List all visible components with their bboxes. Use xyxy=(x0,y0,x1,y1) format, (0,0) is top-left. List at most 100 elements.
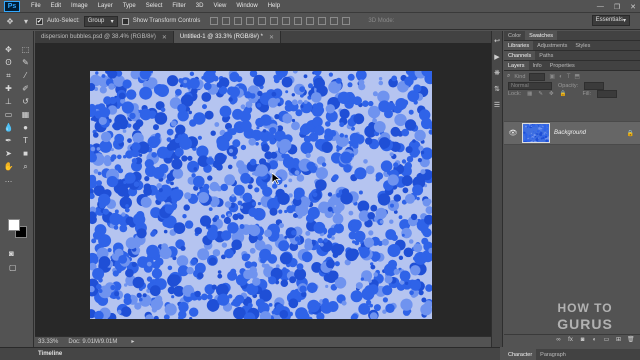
lock-transparent-icon[interactable]: ▦ xyxy=(527,91,532,97)
new-group-icon[interactable]: ▭ xyxy=(603,337,610,344)
type-tool-icon[interactable]: T xyxy=(17,134,34,147)
align-hcenter-icon[interactable] xyxy=(258,17,267,25)
brush-tool-icon[interactable]: ✐ xyxy=(17,82,34,95)
fill-input[interactable] xyxy=(597,90,617,98)
zoom-level[interactable]: 33.33% xyxy=(38,339,58,345)
tab-adjustments[interactable]: Adjustments xyxy=(533,41,571,50)
adjustment-layer-icon[interactable]: ◐ xyxy=(591,337,598,344)
new-layer-icon[interactable]: ⊞ xyxy=(615,337,622,344)
menu-edit[interactable]: Edit xyxy=(46,3,66,9)
tab-swatches[interactable]: Swatches xyxy=(525,31,558,40)
menu-layer[interactable]: Layer xyxy=(93,3,118,9)
menu-image[interactable]: Image xyxy=(66,3,93,9)
menu-window[interactable]: Window xyxy=(231,3,262,9)
pen-tool-icon[interactable]: ✒ xyxy=(0,134,17,147)
align-vcenter-icon[interactable] xyxy=(222,17,231,25)
layer-style-icon[interactable]: fx xyxy=(567,337,574,344)
auto-select-checkbox[interactable]: ✔ xyxy=(36,17,43,25)
shape-tool-icon[interactable]: ■ xyxy=(17,147,34,160)
status-menu-icon[interactable]: ▸ xyxy=(131,338,134,345)
align-top-icon[interactable] xyxy=(210,17,219,25)
healing-brush-tool-icon[interactable]: ✚ xyxy=(0,82,17,95)
distribute-left-icon[interactable] xyxy=(318,17,327,25)
lock-position-icon[interactable]: ✥ xyxy=(549,91,554,97)
distribute-right-icon[interactable] xyxy=(342,17,351,25)
zoom-tool-icon[interactable]: ⌕ xyxy=(17,160,34,173)
shape-filter-icon[interactable]: ⬒ xyxy=(574,73,580,80)
align-left-icon[interactable] xyxy=(246,17,255,25)
tab-dispersion-bubbles[interactable]: dispersion bubbles.psd @ 38.4% (RGB/8#) … xyxy=(35,31,174,43)
filter-kind-dropdown[interactable] xyxy=(529,72,546,81)
layer-row-background[interactable]: 👁 Background 🔒 xyxy=(504,121,640,145)
tab-info[interactable]: Info xyxy=(529,61,546,70)
tab-untitled-1[interactable]: Untitled-1 @ 33.3% (RGB/8#) * ✕ xyxy=(173,31,282,43)
move-tool-icon[interactable]: ✥ xyxy=(0,43,17,56)
layer-thumbnail[interactable] xyxy=(522,123,550,143)
dodge-tool-icon[interactable]: ● xyxy=(17,121,34,134)
close-icon[interactable]: ✕ xyxy=(162,34,167,41)
clone-stamp-tool-icon[interactable]: ⊥ xyxy=(0,95,17,108)
move-tool-icon[interactable]: ✥ xyxy=(4,15,16,27)
auto-select-dropdown[interactable]: Group ▾ xyxy=(83,15,118,27)
hand-tool-icon[interactable]: ✋ xyxy=(0,160,17,173)
path-selection-tool-icon[interactable]: ➤ xyxy=(0,147,17,160)
close-icon[interactable]: ✕ xyxy=(269,34,274,41)
opacity-input[interactable] xyxy=(584,82,605,90)
tool-preset-dropdown-icon[interactable]: ▾ xyxy=(20,15,32,27)
distribute-hcenter-icon[interactable] xyxy=(330,17,339,25)
timeline-panel-tab[interactable]: Timeline xyxy=(0,347,500,360)
menu-filter[interactable]: Filter xyxy=(167,3,190,9)
workspace-dropdown[interactable]: Essentials ▾ xyxy=(591,15,630,26)
eyedropper-tool-icon[interactable]: ⁄ xyxy=(17,69,34,82)
align-right-icon[interactable] xyxy=(270,17,279,25)
restore-icon[interactable]: ❐ xyxy=(614,3,620,11)
adjustment-filter-icon[interactable]: ◐ xyxy=(559,74,563,80)
tab-character[interactable]: Character xyxy=(504,349,537,360)
eraser-tool-icon[interactable]: ▭ xyxy=(0,108,17,121)
eye-icon[interactable]: 👁 xyxy=(508,129,518,137)
quick-select-tool-icon[interactable]: ✎ xyxy=(17,56,34,69)
menu-type[interactable]: Type xyxy=(118,3,141,9)
foreground-color-swatch[interactable] xyxy=(8,219,20,231)
tab-paragraph[interactable]: Paragraph xyxy=(536,349,570,360)
more-tools-icon[interactable]: … xyxy=(0,173,17,186)
distribute-vcenter-icon[interactable] xyxy=(294,17,303,25)
menu-3d[interactable]: 3D xyxy=(191,3,209,9)
distribute-bottom-icon[interactable] xyxy=(306,17,315,25)
marquee-tool-icon[interactable]: ⬚ xyxy=(17,43,34,56)
clone-source-icon[interactable]: ⇅ xyxy=(492,85,502,95)
canvas-workspace[interactable] xyxy=(35,43,491,336)
tab-channels[interactable]: Channels xyxy=(504,51,536,60)
add-mask-icon[interactable]: ◙ xyxy=(579,337,586,344)
history-icon[interactable]: ↩ xyxy=(492,37,502,47)
menu-select[interactable]: Select xyxy=(141,3,168,9)
image-filter-icon[interactable]: ▣ xyxy=(549,73,555,80)
tab-libraries[interactable]: Libraries xyxy=(504,41,534,50)
align-bottom-icon[interactable] xyxy=(234,17,243,25)
history-brush-tool-icon[interactable]: ↺ xyxy=(17,95,34,108)
trash-icon[interactable]: 🗑 xyxy=(627,337,635,344)
tab-styles[interactable]: Styles xyxy=(571,41,594,50)
brush-presets-icon[interactable]: ❋ xyxy=(492,69,502,79)
quick-mask-icon[interactable]: ◙ xyxy=(9,249,14,258)
document-canvas[interactable] xyxy=(90,71,432,319)
link-layers-icon[interactable]: ∞ xyxy=(555,337,562,344)
menu-view[interactable]: View xyxy=(208,3,231,9)
menu-help[interactable]: Help xyxy=(263,3,285,9)
tab-properties[interactable]: Properties xyxy=(546,61,579,70)
play-actions-icon[interactable]: ▶ xyxy=(492,53,502,63)
lock-all-icon[interactable]: 🔒 xyxy=(560,91,567,97)
tab-color[interactable]: Color xyxy=(504,31,525,40)
crop-tool-icon[interactable]: ⌗ xyxy=(0,69,17,82)
lock-image-icon[interactable]: ✎ xyxy=(538,91,543,97)
distribute-top-icon[interactable] xyxy=(282,17,291,25)
blend-mode-dropdown[interactable]: Normal xyxy=(508,82,552,90)
type-filter-icon[interactable]: T xyxy=(567,74,571,80)
tab-layers[interactable]: Layers xyxy=(504,61,529,70)
close-icon[interactable]: ✕ xyxy=(630,3,636,11)
filter-kind-label[interactable]: Kind xyxy=(514,74,525,80)
minimize-icon[interactable]: — xyxy=(597,3,604,10)
layer-name[interactable]: Background xyxy=(554,130,623,136)
blur-tool-icon[interactable]: 💧 xyxy=(0,121,17,134)
screen-mode-icon[interactable]: ▢ xyxy=(9,263,17,272)
